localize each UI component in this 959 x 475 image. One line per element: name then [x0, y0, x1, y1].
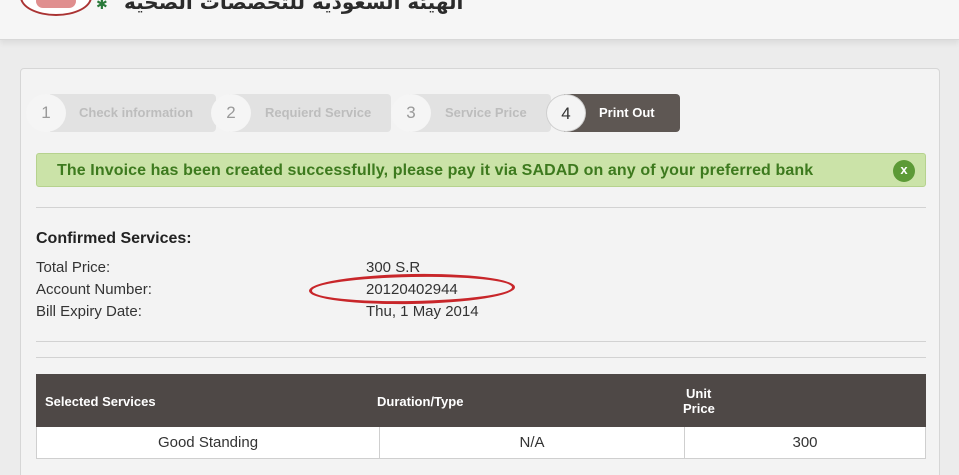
wizard-steps: 1 Check information 2 Requierd Service 3… — [26, 94, 681, 132]
cell-service: Good Standing — [157, 434, 259, 451]
step-label: Print Out — [599, 105, 655, 120]
site-title: الهيئة السعودية للتخصصات الصحية — [124, 0, 464, 14]
step-service-price[interactable]: 3 Service Price — [391, 94, 551, 132]
divider — [36, 207, 926, 208]
site-header: ✱ الهيئة السعودية للتخصصات الصحية — [0, 0, 959, 40]
column-header-selected-services: Selected Services — [45, 394, 156, 409]
annotation-circle — [308, 272, 516, 306]
step-number: 1 — [26, 94, 66, 132]
success-alert: The Invoice has been created successfull… — [36, 153, 926, 187]
column-header-price: Price — [683, 401, 715, 416]
alert-message: The Invoice has been created successfull… — [57, 162, 814, 179]
step-number: 3 — [391, 94, 431, 132]
palm-swords-icon: ✱ — [96, 0, 108, 12]
step-label: Service Price — [445, 105, 527, 120]
invoice-card: 1 Check information 2 Requierd Service 3… — [20, 68, 940, 475]
services-table: Selected Services Duration/Type Unit Pri… — [36, 374, 926, 459]
step-number: 2 — [211, 94, 251, 132]
step-required-service[interactable]: 2 Requierd Service — [211, 94, 391, 132]
account-number-label: Account Number: — [36, 281, 152, 298]
step-label: Check information — [79, 105, 194, 120]
column-header-unit: Unit — [686, 386, 712, 401]
step-number: 4 — [546, 94, 586, 132]
table-header: Selected Services Duration/Type Unit Pri… — [36, 374, 926, 427]
step-label: Requierd Service — [265, 105, 372, 120]
bill-expiry-label: Bill Expiry Date: — [36, 303, 142, 320]
table-row: Good Standing N/A 300 — [36, 427, 926, 459]
total-price-label: Total Price: — [36, 259, 111, 276]
close-icon[interactable]: x — [893, 160, 915, 182]
cell-price: 300 — [684, 427, 925, 458]
confirmed-services-title: Confirmed Services: — [36, 230, 192, 247]
column-header-duration-type: Duration/Type — [377, 394, 464, 409]
cell-duration: N/A — [379, 427, 684, 458]
logo — [20, 0, 92, 16]
step-check-information[interactable]: 1 Check information — [26, 94, 216, 132]
divider — [36, 341, 926, 342]
bill-expiry-value: Thu, 1 May 2014 — [366, 303, 479, 320]
divider — [36, 357, 926, 358]
step-print-out[interactable]: 4 Print Out — [546, 94, 680, 132]
logo-emblem — [36, 0, 76, 8]
